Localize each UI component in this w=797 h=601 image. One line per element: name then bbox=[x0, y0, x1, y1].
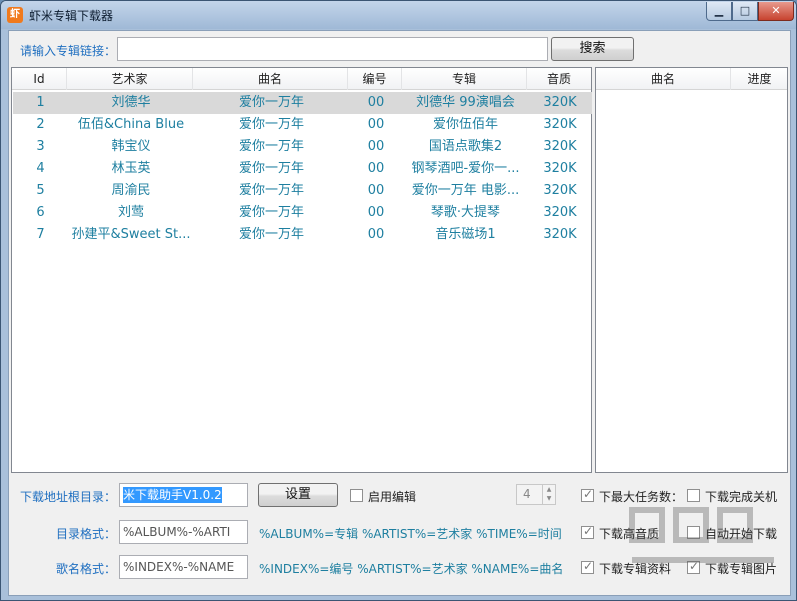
cell-num: 00 bbox=[367, 183, 385, 198]
cell-song: 爱你一万年 bbox=[238, 117, 304, 132]
cell-artist: 周渝民 bbox=[111, 183, 151, 198]
table-row[interactable]: 2 伍佰&China Blue 爱你一万年 00 爱你伍佰年 320K bbox=[13, 114, 592, 136]
cell-num: 00 bbox=[367, 139, 385, 154]
title-bar[interactable]: 虾 虾米专辑下载器 ▁ □ ✕ bbox=[1, 1, 796, 29]
max-tasks-spinner[interactable]: 4 ▲ ▼ bbox=[516, 484, 556, 505]
cell-album: 钢琴酒吧-爱你一... bbox=[411, 161, 520, 176]
table-row[interactable]: 4 林玉英 爱你一万年 00 钢琴酒吧-爱你一... 320K bbox=[13, 158, 592, 180]
cell-album: 音乐磁场1 bbox=[435, 227, 496, 242]
cell-quality: 320K bbox=[543, 183, 577, 198]
app-icon: 虾 bbox=[7, 7, 23, 23]
cell-quality: 320K bbox=[543, 117, 577, 132]
track-list-header: Id 艺术家 曲名 编号 专辑 音质 bbox=[12, 68, 591, 90]
table-row[interactable]: 5 周渝民 爱你一万年 00 爱你一万年 电影... 320K bbox=[13, 180, 592, 202]
enable-edit-checkbox[interactable] bbox=[350, 489, 363, 502]
col-song[interactable]: 曲名 bbox=[193, 68, 348, 90]
name-format-hint: %INDEX%=编号 %ARTIST%=艺术家 %NAME%=曲名 bbox=[259, 562, 564, 576]
link-label: 请输入专辑链接： bbox=[20, 44, 117, 58]
max-tasks-checkbox[interactable] bbox=[581, 487, 594, 502]
cell-num: 00 bbox=[367, 161, 385, 176]
cell-song: 爱你一万年 bbox=[238, 139, 304, 154]
cell-album: 国语点歌集2 bbox=[428, 139, 503, 154]
table-row[interactable]: 1 刘德华 爱你一万年 00 刘德华 99演唱会 320K bbox=[13, 92, 592, 114]
cell-quality: 320K bbox=[543, 95, 577, 110]
col-dl-song[interactable]: 曲名 bbox=[596, 68, 731, 90]
cell-num: 00 bbox=[367, 227, 385, 242]
cell-song: 爱你一万年 bbox=[238, 161, 304, 176]
cell-artist: 韩宝仪 bbox=[111, 139, 151, 154]
search-button[interactable]: 搜索 bbox=[551, 37, 634, 61]
col-id[interactable]: Id bbox=[12, 68, 67, 90]
cell-song: 爱你一万年 bbox=[238, 205, 304, 220]
maximize-button[interactable]: □ bbox=[732, 2, 758, 21]
cell-id: 6 bbox=[36, 205, 45, 220]
root-dir-label: 下载地址根目录： bbox=[20, 490, 117, 504]
app-window: 虾 虾米专辑下载器 ▁ □ ✕ 请输入专辑链接： 搜索 Id 艺术家 曲名 编号… bbox=[0, 0, 797, 601]
table-row[interactable]: 6 刘莺 爱你一万年 00 琴歌·大提琴 320K bbox=[13, 202, 592, 224]
cell-id: 7 bbox=[36, 227, 45, 242]
dir-format-input[interactable]: %ALBUM%-%ARTI bbox=[119, 520, 248, 544]
cell-song: 爱你一万年 bbox=[238, 227, 304, 242]
col-number[interactable]: 编号 bbox=[348, 68, 402, 90]
cell-song: 爱你一万年 bbox=[238, 95, 304, 110]
cell-album: 爱你一万年 电影... bbox=[411, 183, 520, 198]
cell-album: 爱你伍佰年 bbox=[432, 117, 498, 132]
dir-format-hint: %ALBUM%=专辑 %ARTIST%=艺术家 %TIME%=时间 bbox=[259, 527, 562, 541]
enable-edit-label: 启用编辑 bbox=[368, 490, 417, 504]
root-dir-value: 米下载助手V1.0.2 bbox=[123, 487, 222, 503]
cell-artist: 刘莺 bbox=[117, 205, 144, 220]
cell-id: 1 bbox=[36, 95, 45, 110]
table-row[interactable]: 7 孙建平&Sweet St... 爱你一万年 00 音乐磁场1 320K bbox=[13, 224, 592, 246]
album-info-checkbox[interactable] bbox=[581, 559, 594, 574]
cell-song: 爱你一万年 bbox=[238, 183, 304, 198]
cell-id: 3 bbox=[36, 139, 45, 154]
dir-format-label: 目录格式： bbox=[56, 527, 117, 541]
hq-checkbox[interactable] bbox=[581, 524, 594, 539]
cell-artist: 林玉英 bbox=[111, 161, 151, 176]
close-button[interactable]: ✕ bbox=[758, 2, 794, 21]
cell-artist: 刘德华 bbox=[111, 95, 151, 110]
album-link-input[interactable] bbox=[117, 37, 548, 61]
cell-album: 琴歌·大提琴 bbox=[430, 205, 501, 220]
col-quality[interactable]: 音质 bbox=[527, 68, 591, 90]
cell-quality: 320K bbox=[543, 161, 577, 176]
col-artist[interactable]: 艺术家 bbox=[67, 68, 193, 90]
max-tasks-value: 4 bbox=[523, 487, 531, 501]
name-format-label: 歌名格式： bbox=[56, 562, 117, 576]
minimize-button[interactable]: ▁ bbox=[706, 2, 732, 21]
download-list[interactable]: 曲名 进度 bbox=[595, 67, 788, 473]
set-button[interactable]: 设置 bbox=[258, 483, 338, 507]
cell-id: 4 bbox=[36, 161, 45, 176]
cell-id: 5 bbox=[36, 183, 45, 198]
cell-artist: 孙建平&Sweet St... bbox=[71, 227, 191, 242]
cell-num: 00 bbox=[367, 117, 385, 132]
window-title: 虾米专辑下载器 bbox=[29, 9, 114, 23]
cell-quality: 320K bbox=[543, 227, 577, 242]
download-list-header: 曲名 进度 bbox=[596, 68, 787, 90]
cell-num: 00 bbox=[367, 95, 385, 110]
cell-num: 00 bbox=[367, 205, 385, 220]
cell-quality: 320K bbox=[543, 205, 577, 220]
col-dl-progress[interactable]: 进度 bbox=[731, 68, 788, 90]
cell-album: 刘德华 99演唱会 bbox=[416, 95, 515, 110]
name-format-input[interactable]: %INDEX%-%NAME bbox=[119, 555, 248, 579]
cell-quality: 320K bbox=[543, 139, 577, 154]
table-row[interactable]: 3 韩宝仪 爱你一万年 00 国语点歌集2 320K bbox=[13, 136, 592, 158]
spinner-arrows-icon[interactable]: ▲ ▼ bbox=[542, 485, 555, 504]
cell-artist: 伍佰&China Blue bbox=[77, 117, 185, 132]
watermark-icon bbox=[629, 507, 774, 563]
root-dir-input[interactable]: 米下载助手V1.0.2 bbox=[119, 483, 248, 507]
track-list[interactable]: Id 艺术家 曲名 编号 专辑 音质 1 刘德华 爱你一万年 00 刘德华 99演唱会 3… bbox=[11, 67, 592, 473]
cell-id: 2 bbox=[36, 117, 45, 132]
col-album[interactable]: 专辑 bbox=[402, 68, 527, 90]
